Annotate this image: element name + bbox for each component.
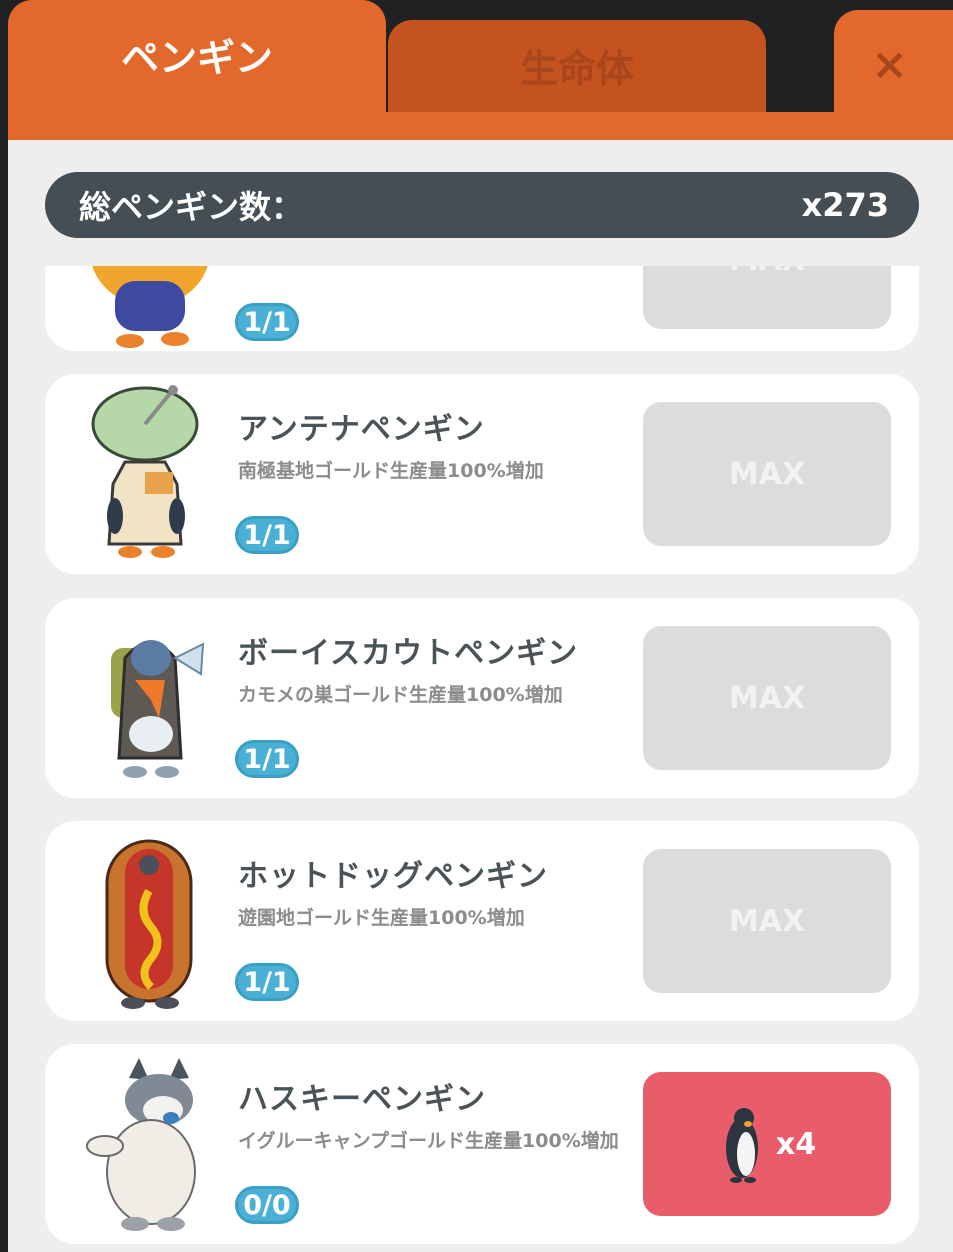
close-icon: × — [871, 38, 908, 90]
owned-count-badge: 1/1 — [235, 516, 299, 554]
penguin-partial-icon — [92, 266, 208, 348]
owned-count-badge: 0/0 — [235, 1186, 299, 1224]
list-item: ホットドッグペンギン 遊園地ゴールド生産量100%増加 1/1 MAX — [45, 821, 919, 1021]
max-label: MAX — [728, 680, 806, 716]
list-item: 1/1 MAX — [45, 266, 919, 351]
max-button: MAX — [643, 266, 891, 329]
total-penguins-value: x273 — [801, 186, 889, 224]
unlock-button[interactable]: x4 — [643, 1072, 891, 1216]
tab-lifeforms-label: 生命体 — [519, 46, 634, 91]
penguin-name: ボーイスカウトペンギン — [238, 636, 579, 671]
penguin-description: カモメの巣ゴールド生産量100%増加 — [238, 684, 563, 706]
penguin-cost-icon — [725, 1108, 758, 1183]
antenna-penguin-icon — [91, 385, 199, 558]
owned-count-badge: 1/1 — [235, 963, 299, 1001]
total-penguins-label: 総ペンギン数： — [79, 188, 304, 226]
husky-penguin-icon — [86, 1058, 196, 1231]
list-item: ハスキーペンギン イグルーキャンプゴールド生産量100%増加 0/0 x4 — [45, 1044, 919, 1244]
hotdog-penguin-icon — [105, 839, 193, 1009]
max-label: MAX — [728, 456, 806, 492]
tab-penguins-label: ペンギン — [120, 35, 273, 80]
penguin-description: 遊園地ゴールド生産量100%増加 — [238, 907, 525, 929]
penguin-description: 南極基地ゴールド生産量100%増加 — [238, 460, 544, 482]
penguin-panel: 総ペンギン数： x273 1/1 MAX — [8, 140, 953, 1252]
max-button: MAX — [643, 402, 891, 546]
list-item: アンテナペンギン 南極基地ゴールド生産量100%増加 1/1 MAX — [45, 374, 919, 574]
max-button: MAX — [643, 626, 891, 770]
total-penguins-bar: 総ペンギン数： x273 — [45, 172, 919, 238]
tab-penguins[interactable]: ペンギン — [8, 0, 386, 150]
owned-count-badge: 1/1 — [235, 303, 299, 341]
unlock-cost: x4 — [775, 1126, 817, 1162]
owned-count-badge: 1/1 — [235, 740, 299, 778]
penguin-name: ホットドッグペンギン — [238, 859, 548, 894]
max-button: MAX — [643, 849, 891, 993]
penguin-name: アンテナペンギン — [238, 412, 485, 447]
list-item: ボーイスカウトペンギン カモメの巣ゴールド生産量100%増加 1/1 MAX — [45, 598, 919, 798]
penguin-description: イグルーキャンプゴールド生産量100%増加 — [238, 1130, 619, 1152]
penguin-name: ハスキーペンギン — [238, 1082, 486, 1117]
boyscout-penguin-icon — [111, 640, 205, 778]
penguin-list[interactable]: 1/1 MAX アンテナペンギン 南極基地ゴールド生産量100%増加 1/1 M… — [8, 266, 953, 1252]
max-label: MAX — [728, 903, 806, 939]
